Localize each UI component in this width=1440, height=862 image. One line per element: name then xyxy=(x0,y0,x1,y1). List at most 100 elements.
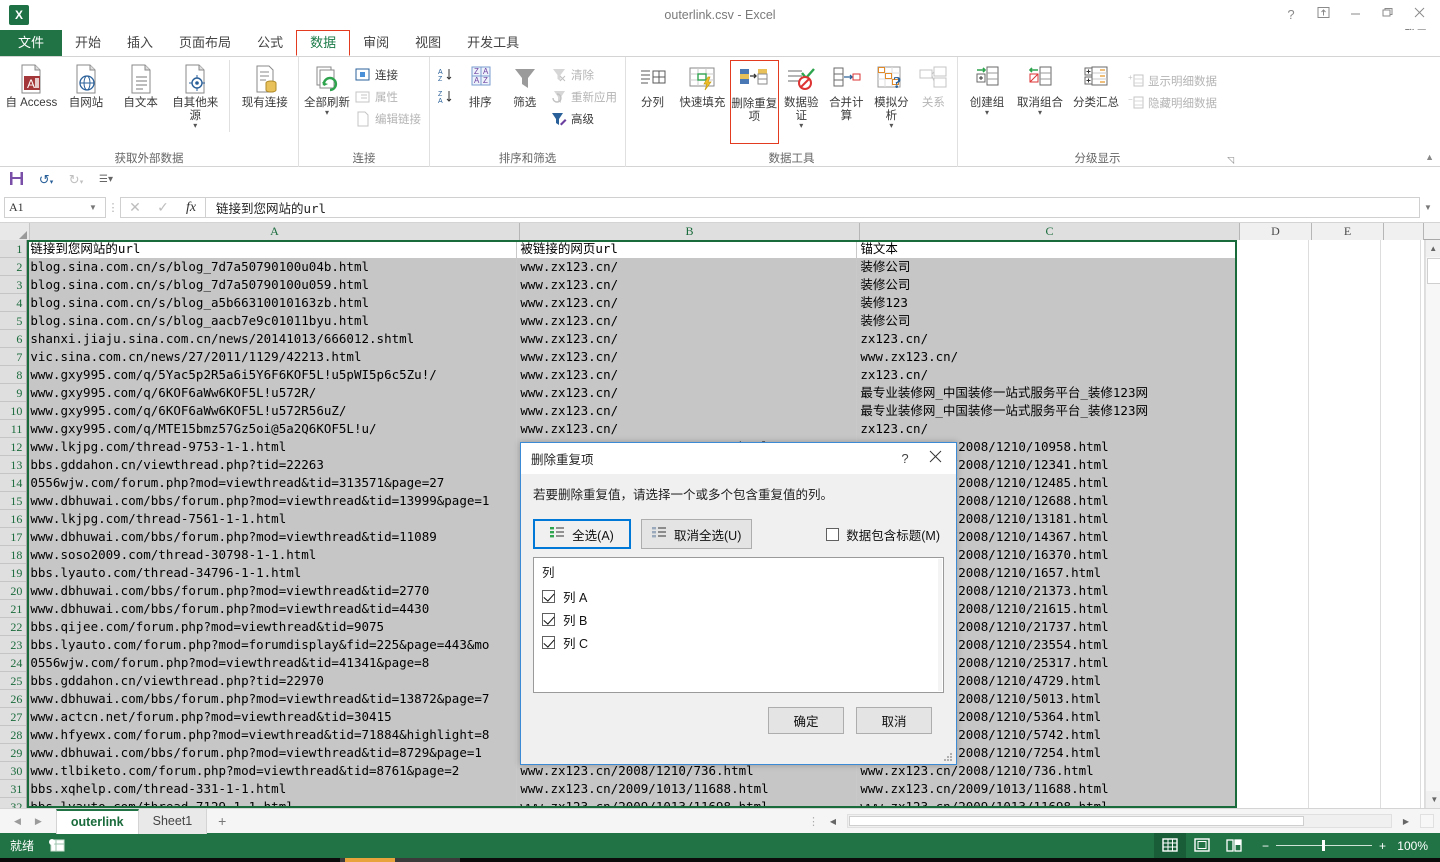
cell-A30[interactable]: www.tlbiketo.com/forum.php?mod=viewthrea… xyxy=(27,762,517,780)
scroll-up-icon[interactable]: ▲ xyxy=(1426,240,1440,257)
cell-A28[interactable]: www.hfyewx.com/forum.php?mod=viewthread&… xyxy=(27,726,517,744)
row-header-1[interactable]: 1 xyxy=(0,240,26,258)
collapse-ribbon-button[interactable]: ▲ xyxy=(1425,152,1440,166)
row-header-3[interactable]: 3 xyxy=(0,276,26,294)
clear-filter-button[interactable]: 清除 xyxy=(547,64,621,86)
cell-A27[interactable]: www.actcn.net/forum.php?mod=viewthread&t… xyxy=(27,708,517,726)
cell-B5[interactable]: www.zx123.cn/ xyxy=(517,312,857,330)
cell-A21[interactable]: www.dbhuwai.com/bbs/forum.php?mod=viewth… xyxy=(27,600,517,618)
grid-row[interactable]: bbs.lyauto.com/thread-7129-1-1.htmlwww.z… xyxy=(27,798,1425,808)
cell-A1[interactable]: 链接到您网站的url xyxy=(27,240,517,258)
cell-C7[interactable]: www.zx123.cn/ xyxy=(857,348,1237,366)
scroll-left-icon[interactable]: ◀ xyxy=(825,817,841,826)
properties-button[interactable]: 属性 xyxy=(351,86,425,108)
my-data-has-headers-checkbox[interactable] xyxy=(826,528,839,541)
cell-A32[interactable]: bbs.lyauto.com/thread-7129-1-1.html xyxy=(27,798,517,808)
cell-C31[interactable]: www.zx123.cn/2009/1013/11688.html xyxy=(857,780,1237,798)
tab-developer[interactable]: 开发工具 xyxy=(454,30,532,56)
cell-E28[interactable] xyxy=(1309,726,1381,744)
cell-A24[interactable]: 0556wjw.com/forum.php?mod=viewthread&tid… xyxy=(27,654,517,672)
cell-E8[interactable] xyxy=(1309,366,1381,384)
cell-D16[interactable] xyxy=(1237,510,1309,528)
cell-D19[interactable] xyxy=(1237,564,1309,582)
cell-E27[interactable] xyxy=(1309,708,1381,726)
column-header-f[interactable] xyxy=(1384,223,1424,240)
cell-C6[interactable]: zx123.cn/ xyxy=(857,330,1237,348)
cell-F11[interactable] xyxy=(1381,420,1421,438)
restore-button[interactable] xyxy=(1372,3,1402,27)
row-header-9[interactable]: 9 xyxy=(0,384,26,402)
row-header-23[interactable]: 23 xyxy=(0,636,26,654)
zoom-out-button[interactable]: − xyxy=(1262,839,1269,853)
cell-E16[interactable] xyxy=(1309,510,1381,528)
cell-E29[interactable] xyxy=(1309,744,1381,762)
cell-E10[interactable] xyxy=(1309,402,1381,420)
cell-F28[interactable] xyxy=(1381,726,1421,744)
cell-F1[interactable] xyxy=(1381,240,1421,258)
cell-E3[interactable] xyxy=(1309,276,1381,294)
cell-E11[interactable] xyxy=(1309,420,1381,438)
next-sheet-icon[interactable]: ▶ xyxy=(35,816,42,827)
cell-A26[interactable]: www.dbhuwai.com/bbs/forum.php?mod=viewth… xyxy=(27,690,517,708)
edit-links-button[interactable]: 编辑链接 xyxy=(351,108,425,130)
cell-F2[interactable] xyxy=(1381,258,1421,276)
cell-E20[interactable] xyxy=(1309,582,1381,600)
cell-E17[interactable] xyxy=(1309,528,1381,546)
cell-D14[interactable] xyxy=(1237,474,1309,492)
cell-E6[interactable] xyxy=(1309,330,1381,348)
dialog-close-button[interactable] xyxy=(920,449,950,469)
tab-file[interactable]: 文件 xyxy=(0,30,62,56)
cell-D8[interactable] xyxy=(1237,366,1309,384)
cell-B6[interactable]: www.zx123.cn/ xyxy=(517,330,857,348)
from-access-button[interactable]: A 自 Access xyxy=(4,60,59,110)
cell-F15[interactable] xyxy=(1381,492,1421,510)
cell-D23[interactable] xyxy=(1237,636,1309,654)
grid-row[interactable]: www.gxy995.com/q/5Yac5p2R5a6i5Y6F6KOF5L!… xyxy=(27,366,1425,384)
list-scrollbar[interactable] xyxy=(938,559,942,691)
cell-B4[interactable]: www.zx123.cn/ xyxy=(517,294,857,312)
row-header-29[interactable]: 29 xyxy=(0,744,26,762)
cell-D26[interactable] xyxy=(1237,690,1309,708)
row-header-14[interactable]: 14 xyxy=(0,474,26,492)
cell-A12[interactable]: www.lkjpg.com/thread-9753-1-1.html xyxy=(27,438,517,456)
select-all-button[interactable]: 全选(A) xyxy=(533,519,631,549)
cell-E13[interactable] xyxy=(1309,456,1381,474)
row-header-12[interactable]: 12 xyxy=(0,438,26,456)
cell-C32[interactable]: www.zx123.cn/2009/1013/11698.html xyxy=(857,798,1237,808)
cell-A29[interactable]: www.dbhuwai.com/bbs/forum.php?mod=viewth… xyxy=(27,744,517,762)
cell-A3[interactable]: blog.sina.com.cn/s/blog_7d7a50790100u059… xyxy=(27,276,517,294)
from-other-sources-button[interactable]: 自其他来源 ▾ xyxy=(168,60,223,129)
cell-A6[interactable]: shanxi.jiaju.sina.com.cn/news/20141013/6… xyxy=(27,330,517,348)
cell-B10[interactable]: www.zx123.cn/ xyxy=(517,402,857,420)
cell-A22[interactable]: bbs.qijee.com/forum.php?mod=viewthread&t… xyxy=(27,618,517,636)
cell-E26[interactable] xyxy=(1309,690,1381,708)
from-web-button[interactable]: 自网站 xyxy=(59,60,114,110)
cell-B32[interactable]: www.zx123.cn/2009/1013/11698.html xyxy=(517,798,857,808)
cell-A8[interactable]: www.gxy995.com/q/5Yac5p2R5a6i5Y6F6KOF5L!… xyxy=(27,366,517,384)
data-validation-button[interactable]: 数据验证 ▾ xyxy=(779,60,824,129)
cell-F16[interactable] xyxy=(1381,510,1421,528)
grid-row[interactable]: shanxi.jiaju.sina.com.cn/news/20141013/6… xyxy=(27,330,1425,348)
save-icon[interactable] xyxy=(6,171,26,189)
cell-F10[interactable] xyxy=(1381,402,1421,420)
cell-F26[interactable] xyxy=(1381,690,1421,708)
cell-F6[interactable] xyxy=(1381,330,1421,348)
cell-D6[interactable] xyxy=(1237,330,1309,348)
cell-D18[interactable] xyxy=(1237,546,1309,564)
connections-button[interactable]: 连接 xyxy=(351,64,425,86)
cell-F29[interactable] xyxy=(1381,744,1421,762)
cell-F13[interactable] xyxy=(1381,456,1421,474)
cell-D25[interactable] xyxy=(1237,672,1309,690)
row-header-31[interactable]: 31 xyxy=(0,780,26,798)
row-header-17[interactable]: 17 xyxy=(0,528,26,546)
scroll-right-icon[interactable]: ▶ xyxy=(1398,817,1414,826)
row-header-30[interactable]: 30 xyxy=(0,762,26,780)
cell-D31[interactable] xyxy=(1237,780,1309,798)
close-button[interactable] xyxy=(1404,3,1434,27)
cell-C4[interactable]: 装修123 xyxy=(857,294,1237,312)
row-header-25[interactable]: 25 xyxy=(0,672,26,690)
cell-D17[interactable] xyxy=(1237,528,1309,546)
row-header-13[interactable]: 13 xyxy=(0,456,26,474)
consolidate-button[interactable]: 合并计算 xyxy=(824,60,869,123)
add-sheet-button[interactable]: + xyxy=(207,813,237,829)
